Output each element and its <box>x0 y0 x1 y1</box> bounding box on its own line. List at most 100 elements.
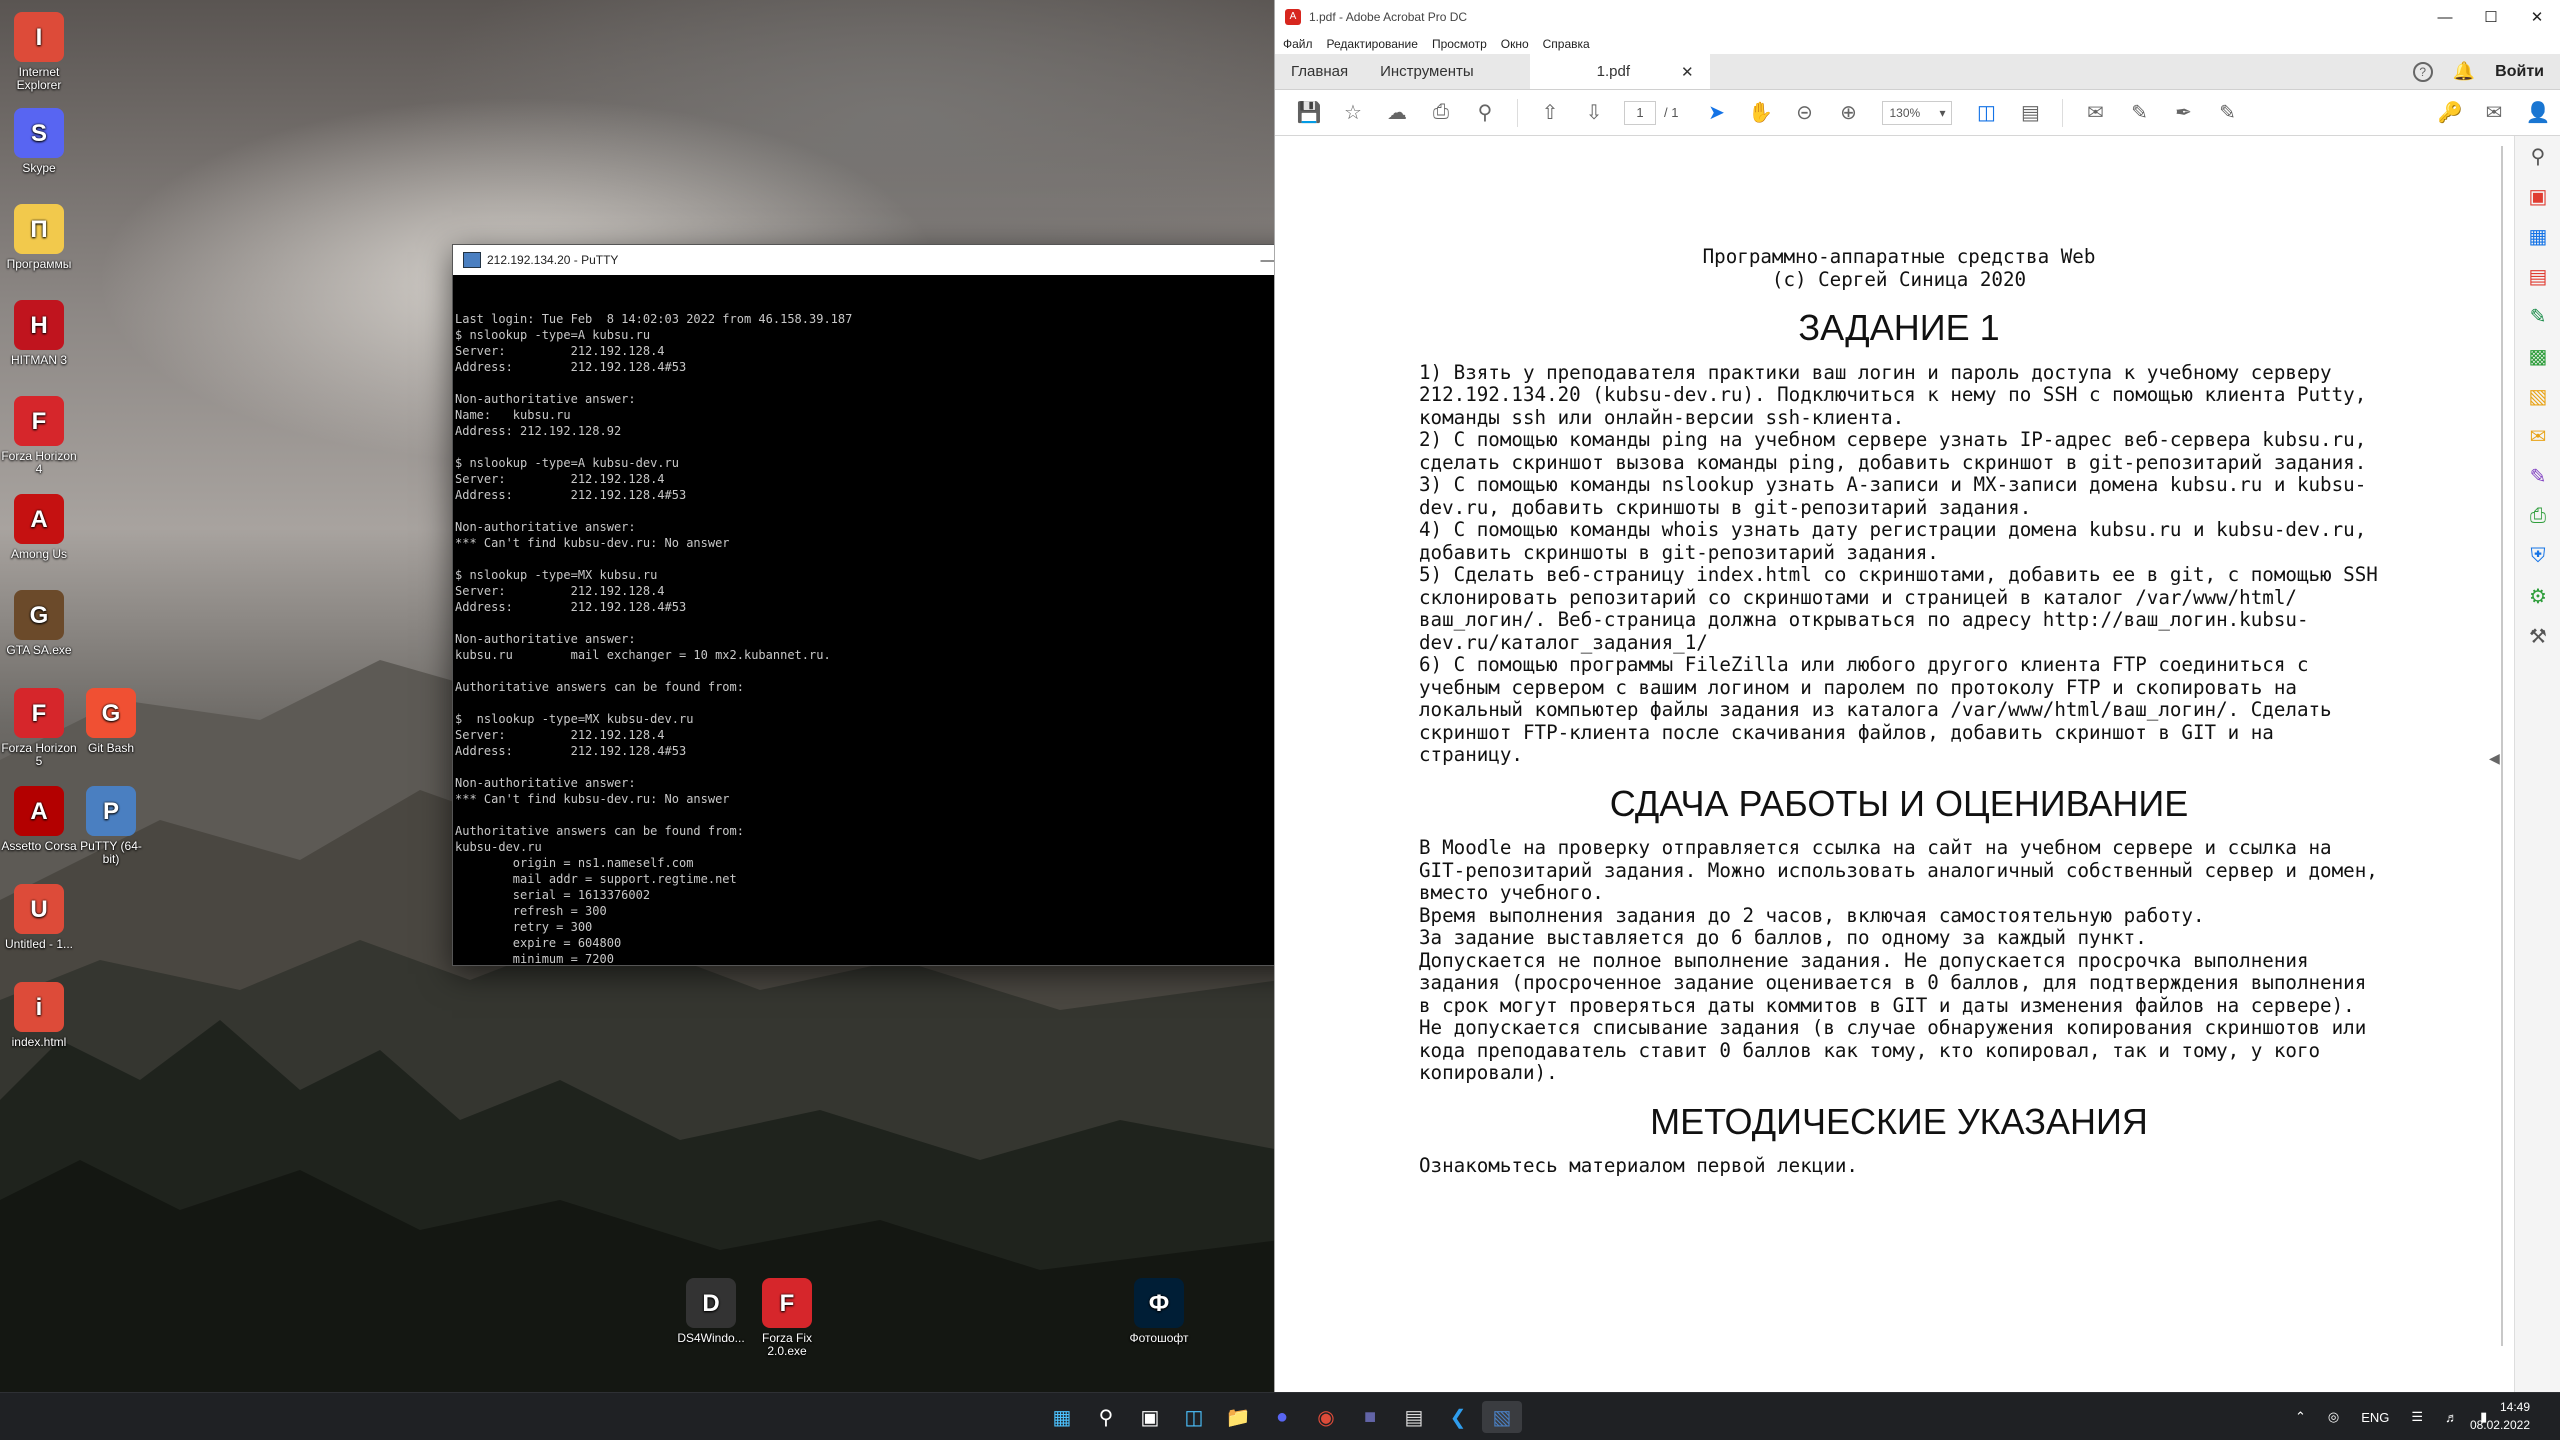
help-icon[interactable]: ? <box>2412 61 2433 82</box>
menu-edit[interactable]: Редактирование <box>1327 37 1418 51</box>
microphone-icon[interactable]: ◎ <box>2328 1409 2339 1425</box>
edit-pdf-icon[interactable]: ✎ <box>2515 296 2560 336</box>
acrobat-titlebar[interactable]: A 1.pdf - Adobe Acrobat Pro DC — ☐ ✕ <box>1275 0 2560 34</box>
desktop-icon[interactable]: F Forza Fix 2.0.exe <box>748 1278 826 1358</box>
terminal-line: $ nslookup -type=A kubsu-dev.ru <box>455 456 679 470</box>
menu-window[interactable]: Окно <box>1501 37 1529 51</box>
share-user-icon[interactable]: 👤 <box>2516 95 2560 131</box>
terminal-line: expire = 604800 <box>455 936 622 950</box>
tab-home[interactable]: Главная <box>1275 54 1364 89</box>
sign-in-button[interactable]: Войти <box>2495 63 2544 81</box>
putty-window[interactable]: 212.192.134.20 - PuTTY — ☐ ✕ Last login:… <box>452 244 1384 966</box>
desktop-icon[interactable]: D DS4Windo... <box>672 1278 750 1345</box>
upload-cloud-icon[interactable]: ☁ <box>1375 95 1419 131</box>
search-icon[interactable]: ⚲ <box>1463 95 1507 131</box>
zoom-out-icon[interactable]: ⊝ <box>1782 95 1826 131</box>
pdf-page[interactable]: Программно-аппаратные средства Web (c) С… <box>1291 136 2463 1392</box>
more-tools-icon[interactable]: ⚒ <box>2515 616 2560 656</box>
search-icon[interactable]: ⚲ <box>1086 1401 1126 1433</box>
putty-titlebar[interactable]: 212.192.134.20 - PuTTY — ☐ ✕ <box>453 245 1383 275</box>
desktop-icon[interactable]: F Forza Horizon 5 <box>0 688 78 768</box>
discord-icon: S <box>14 108 64 158</box>
desktop-icon[interactable]: П Программы <box>0 204 78 271</box>
tab-tools[interactable]: Инструменты <box>1364 54 1490 89</box>
fit-page-icon[interactable]: ◫ <box>1964 95 2008 131</box>
combine-files-icon[interactable]: ▦ <box>2515 216 2560 256</box>
tab-document[interactable]: 1.pdf ✕ <box>1529 54 1710 89</box>
menu-file[interactable]: Файл <box>1283 37 1313 51</box>
desktop-icon[interactable]: I Internet Explorer <box>0 12 78 92</box>
search-tool-icon[interactable]: ⚲ <box>2515 136 2560 176</box>
desktop-icon[interactable]: A Among Us <box>0 494 78 561</box>
teams-icon[interactable]: ■ <box>1350 1401 1390 1433</box>
terminal-line: retry = 300 <box>455 920 593 934</box>
chrome-icon[interactable]: ◉ <box>1306 1401 1346 1433</box>
comment-tool-icon[interactable]: ✉ <box>2515 416 2560 456</box>
wifi-icon[interactable]: ☰ <box>2411 1409 2423 1425</box>
desktop-icon[interactable]: G Git Bash <box>72 688 150 755</box>
page-up-icon[interactable]: ⇧ <box>1528 95 1572 131</box>
page-number-input[interactable]: 1 <box>1624 100 1656 125</box>
collapse-panel-icon[interactable]: ◀ <box>2489 750 2500 767</box>
desktop-icon[interactable]: F Forza Horizon 4 <box>0 396 78 476</box>
page-down-icon[interactable]: ⇩ <box>1572 95 1616 131</box>
mail-icon[interactable]: ✉ <box>2472 95 2516 131</box>
desktop-icon[interactable]: U Untitled - 1... <box>0 884 78 951</box>
zoom-select[interactable]: 130% ▾ <box>1882 100 1953 125</box>
save-icon[interactable]: 💾 <box>1287 95 1331 131</box>
highlight-pen-icon[interactable]: ✎ <box>2117 95 2161 131</box>
protect-icon[interactable]: 🔑 <box>2428 95 2472 131</box>
optimize-pdf-icon[interactable]: ⚙ <box>2515 576 2560 616</box>
terminal-output[interactable]: Last login: Tue Feb 8 14:02:03 2022 from… <box>453 275 1383 965</box>
acrobat-window[interactable]: A 1.pdf - Adobe Acrobat Pro DC — ☐ ✕ Фай… <box>1274 0 2560 1392</box>
toolbar-divider <box>2062 98 2064 127</box>
select-cursor-icon[interactable]: ➤ <box>1694 95 1738 131</box>
create-pdf-icon[interactable]: ▣ <box>2515 176 2560 216</box>
tray-chevron-icon[interactable]: ⌃ <box>2295 1409 2306 1425</box>
vscode-icon[interactable]: ❮ <box>1438 1401 1478 1433</box>
clock[interactable]: 14:49 08.02.2022 <box>2470 1398 2530 1434</box>
file-explorer-icon[interactable]: 📁 <box>1218 1401 1258 1433</box>
language-indicator[interactable]: ENG <box>2361 1410 2389 1425</box>
desktop-icon-label: Untitled - 1... <box>4 937 74 951</box>
desktop-icon[interactable]: P PuTTY (64-bit) <box>72 786 150 866</box>
comment-icon[interactable]: ✉ <box>2073 95 2117 131</box>
scan-ocr-icon[interactable]: ▧ <box>2515 376 2560 416</box>
task-view-icon[interactable]: ▣ <box>1130 1401 1170 1433</box>
print-icon[interactable]: ⎙ <box>1419 95 1463 131</box>
desktop-icon[interactable]: S Skype <box>0 108 78 175</box>
desktop-icon[interactable]: Ф Фотошофт <box>1120 1278 1198 1345</box>
desktop-icon-label: HITMAN 3 <box>10 353 67 367</box>
protect-tool-icon[interactable]: ⛨ <box>2515 536 2560 576</box>
putty-taskbar-icon[interactable]: ▧ <box>1482 1401 1522 1433</box>
hand-tool-icon[interactable]: ✋ <box>1738 95 1782 131</box>
desktop-icon[interactable]: i index.html <box>0 982 78 1049</box>
widgets-icon[interactable]: ◫ <box>1174 1401 1214 1433</box>
export-pdf-icon[interactable]: ▩ <box>2515 336 2560 376</box>
menu-view[interactable]: Просмотр <box>1432 37 1487 51</box>
organize-pages-icon[interactable]: ▤ <box>2515 256 2560 296</box>
zoom-in-icon[interactable]: ⊕ <box>1826 95 1870 131</box>
menu-help[interactable]: Справка <box>1543 37 1590 51</box>
minimize-button[interactable]: — <box>2422 2 2468 32</box>
scroll-mode-icon[interactable]: ▤ <box>2008 95 2052 131</box>
discord-icon[interactable]: ● <box>1262 1401 1302 1433</box>
print-production-icon[interactable]: ⎙ <box>2515 496 2560 536</box>
volume-icon[interactable]: ♬ <box>2445 1410 2458 1425</box>
notepad-icon[interactable]: ▤ <box>1394 1401 1434 1433</box>
fill-sign-tool-icon[interactable]: ✎ <box>2515 456 2560 496</box>
sign-icon[interactable]: ✒ <box>2161 95 2205 131</box>
maximize-button[interactable]: ☐ <box>2468 2 2514 32</box>
star-icon[interactable]: ☆ <box>1331 95 1375 131</box>
desktop-icon[interactable]: A Assetto Corsa <box>0 786 78 853</box>
desktop-icon[interactable]: G GTA SA.exe <box>0 590 78 657</box>
scrollbar-track[interactable] <box>2501 146 2503 1346</box>
start-button[interactable]: ▦ <box>1042 1401 1082 1433</box>
document-viewport[interactable]: Программно-аппаратные средства Web (c) С… <box>1275 136 2515 1392</box>
fill-sign-icon[interactable]: ✎ <box>2205 95 2249 131</box>
desktop-icon[interactable]: H HITMAN 3 <box>0 300 78 367</box>
close-button[interactable]: ✕ <box>2514 2 2560 32</box>
bell-icon[interactable]: 🔔 <box>2453 61 2475 82</box>
forza-icon: F <box>762 1278 812 1328</box>
close-tab-icon[interactable]: ✕ <box>1681 63 1694 81</box>
